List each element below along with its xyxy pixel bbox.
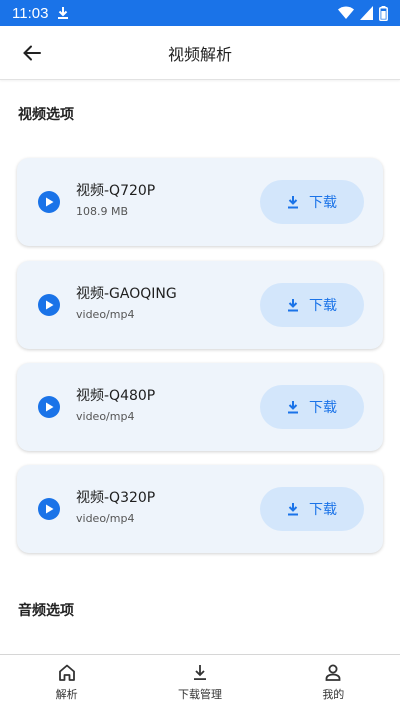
battery-icon	[379, 5, 388, 21]
video-option-name: 视频-Q720P	[76, 183, 156, 199]
nav-item-profile[interactable]: 我的	[267, 655, 400, 710]
download-icon	[287, 502, 299, 516]
audio-section-title: 音频选项	[18, 603, 74, 619]
video-option-info: 视频-Q720P 108.9 MB	[76, 182, 155, 219]
play-icon[interactable]	[38, 498, 60, 520]
nav-item-label: 解析	[55, 687, 78, 701]
video-option-info: 视频-GAOQING video/mp4	[76, 285, 177, 322]
nav-item-parse[interactable]: 解析	[0, 655, 133, 710]
play-icon[interactable]	[38, 396, 60, 418]
app-bar: 视频解析	[0, 26, 400, 80]
back-arrow-icon[interactable]	[20, 41, 44, 65]
video-option-name: 视频-Q480P	[76, 388, 156, 404]
wifi-icon	[338, 6, 354, 20]
download-button-label: 下载	[309, 400, 337, 416]
download-icon	[287, 195, 299, 209]
video-option-card: 视频-GAOQING video/mp4 下载	[17, 261, 383, 349]
download-button-label: 下载	[309, 298, 337, 314]
video-option-info: 视频-Q480P video/mp4	[76, 387, 155, 424]
video-option-card: 视频-Q320P video/mp4 下载	[17, 465, 383, 553]
video-option-format: video/mp4	[76, 410, 135, 423]
status-bar: 11:03	[0, 0, 400, 26]
video-section-title: 视频选项	[18, 107, 74, 123]
download-icon	[193, 664, 207, 681]
download-button[interactable]: 下载	[260, 283, 364, 327]
play-icon[interactable]	[38, 294, 60, 316]
video-option-format: video/mp4	[76, 308, 135, 321]
download-icon	[287, 298, 299, 312]
home-icon	[58, 664, 76, 681]
download-button-label: 下载	[309, 502, 337, 518]
video-option-card: 视频-Q480P video/mp4 下载	[17, 363, 383, 451]
nav-item-label: 我的	[322, 687, 345, 701]
download-button[interactable]: 下载	[260, 487, 364, 531]
video-option-card: 视频-Q720P 108.9 MB 下载	[17, 158, 383, 246]
video-option-name: 视频-Q320P	[76, 490, 156, 506]
bottom-navigation: 解析 下载管理 我的	[0, 654, 400, 710]
page-title: 视频解析	[167, 44, 232, 64]
download-icon	[287, 400, 299, 414]
signal-icon	[360, 6, 373, 20]
video-option-info: 视频-Q320P video/mp4	[76, 489, 155, 526]
download-button[interactable]: 下载	[260, 385, 364, 429]
nav-item-download-manager[interactable]: 下载管理	[133, 655, 266, 710]
nav-item-label: 下载管理	[177, 687, 222, 701]
download-notification-icon	[56, 6, 70, 20]
video-option-format: video/mp4	[76, 512, 135, 525]
download-button[interactable]: 下载	[260, 180, 364, 224]
video-option-name: 视频-GAOQING	[76, 286, 177, 302]
download-button-label: 下载	[309, 195, 337, 211]
person-icon	[325, 664, 341, 681]
play-icon[interactable]	[38, 191, 60, 213]
status-time: 11:03	[12, 4, 49, 22]
video-option-size: 108.9 MB	[76, 205, 129, 218]
